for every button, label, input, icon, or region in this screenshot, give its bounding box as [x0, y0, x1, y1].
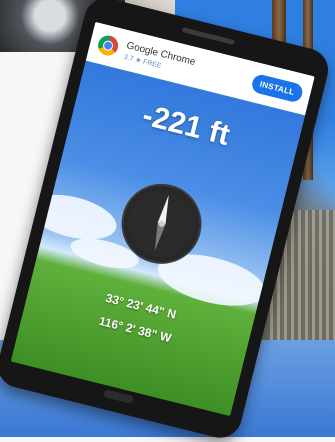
- earpiece-speaker: [181, 27, 236, 46]
- cloud: [24, 186, 122, 248]
- install-button[interactable]: INSTALL: [250, 72, 305, 104]
- chrome-logo-icon: [95, 33, 121, 58]
- ad-text: Google Chrome 3.7 ★ FREE: [123, 40, 255, 92]
- home-button[interactable]: [102, 389, 135, 405]
